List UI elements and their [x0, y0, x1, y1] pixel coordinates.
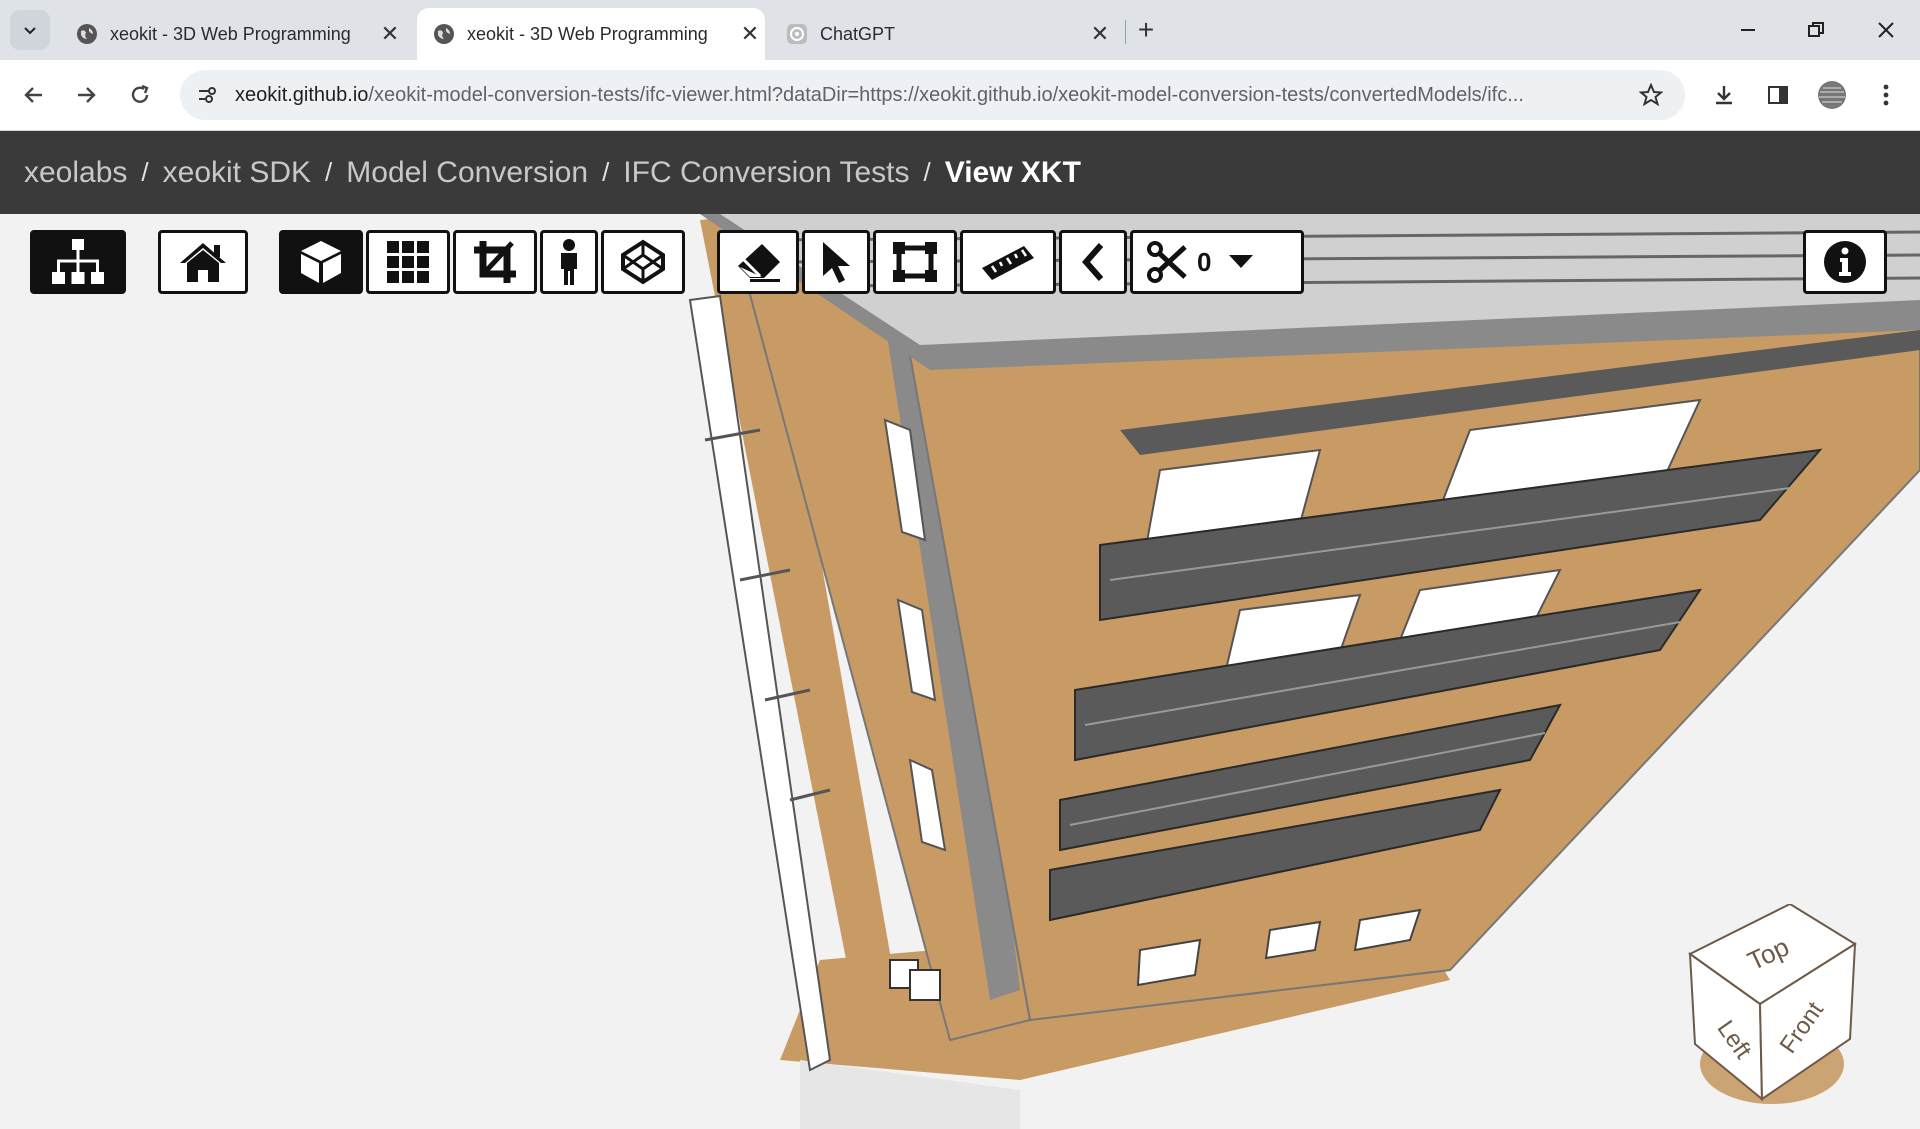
side-panel-icon: [1768, 86, 1788, 104]
chatgpt-icon: [786, 23, 808, 45]
cursor-icon: [823, 242, 850, 283]
back-button[interactable]: [1059, 230, 1127, 294]
tab-title: xeokit - 3D Web Programming: [467, 23, 708, 44]
breadcrumb-separator: /: [141, 157, 149, 187]
breadcrumb: xeolabs / xeokit SDK / Model Conversion …: [24, 131, 1081, 214]
fit-view-button[interactable]: [366, 230, 450, 294]
reload-icon: [131, 84, 149, 103]
url-host: xeokit.github.io: [235, 84, 369, 106]
browser-tab[interactable]: xeokit - 3D Web Programming ✕: [60, 8, 405, 60]
info-button[interactable]: [1803, 230, 1887, 294]
codepen-cube-icon: [621, 239, 665, 285]
side-panel-button[interactable]: [1756, 73, 1800, 117]
reload-button[interactable]: [118, 73, 162, 117]
back-nav-button[interactable]: [12, 73, 56, 117]
profile-button[interactable]: [1810, 73, 1854, 117]
person-icon: [561, 239, 577, 285]
section-crop-button[interactable]: [453, 230, 537, 294]
crop-icon: [474, 241, 516, 283]
eraser-icon: [738, 244, 780, 282]
breadcrumb-item-xeokit-sdk[interactable]: xeokit SDK: [163, 156, 311, 190]
downloads-button[interactable]: [1702, 73, 1746, 117]
breadcrumb-separator: /: [602, 157, 610, 187]
tree-view-button[interactable]: [30, 230, 126, 294]
cube-icon: [301, 241, 341, 283]
more-vertical-icon: [1883, 84, 1889, 106]
url-text[interactable]: xeokit.github.io/xeokit-model-conversion…: [235, 80, 1625, 110]
navcube[interactable]: Top Left Front: [1680, 904, 1860, 1104]
minimize-button[interactable]: [1714, 0, 1782, 60]
marquee-icon: [893, 242, 937, 282]
close-icon[interactable]: ✕: [1085, 21, 1115, 47]
measure-button[interactable]: [960, 230, 1056, 294]
breadcrumb-item-xeolabs[interactable]: xeolabs: [24, 156, 127, 190]
breadcrumb-item-ifc-conversion-tests[interactable]: IFC Conversion Tests: [623, 156, 909, 190]
scissors-icon: [1147, 241, 1187, 283]
forward-nav-button[interactable]: [64, 73, 108, 117]
home-icon: [180, 243, 226, 282]
chevron-down-icon: [24, 27, 36, 35]
first-person-button[interactable]: [540, 230, 598, 294]
xray-button[interactable]: [601, 230, 685, 294]
new-tab-button[interactable]: +: [1126, 12, 1166, 48]
breadcrumb-separator: /: [325, 157, 333, 187]
breadcrumb-separator: /: [923, 157, 931, 187]
hide-button[interactable]: [717, 230, 799, 294]
info-icon: [1824, 241, 1866, 283]
section-plane-count: 0: [1197, 246, 1212, 277]
avatar: [1818, 81, 1846, 109]
arrow-left-icon: [24, 87, 42, 103]
browser-tab-active[interactable]: xeokit - 3D Web Programming ✕: [417, 8, 765, 60]
building-model[interactable]: [0, 214, 1920, 1129]
perspective-button[interactable]: [279, 230, 363, 294]
download-icon: [1716, 86, 1732, 105]
section-planes-button[interactable]: 0: [1130, 230, 1304, 294]
close-window-button[interactable]: [1852, 0, 1920, 60]
globe-icon: [433, 23, 455, 45]
close-icon[interactable]: ✕: [735, 21, 765, 47]
select-button[interactable]: [802, 230, 870, 294]
chevron-left-icon: [1081, 243, 1104, 281]
marquee-button[interactable]: [873, 230, 957, 294]
browser-tab[interactable]: ChatGPT ✕: [770, 8, 1115, 60]
breadcrumb-item-model-conversion[interactable]: Model Conversion: [346, 156, 588, 190]
sitemap-icon: [52, 239, 104, 284]
viewer-canvas[interactable]: Top Left Front: [0, 214, 1920, 1129]
breadcrumb-current: View XKT: [944, 155, 1081, 189]
arrow-right-icon: [78, 87, 96, 103]
globe-icon: [76, 23, 98, 45]
home-button[interactable]: [158, 230, 248, 294]
restore-icon: [1808, 22, 1824, 37]
close-icon[interactable]: ✕: [375, 21, 405, 47]
close-icon: [1878, 22, 1894, 38]
site-settings-icon[interactable]: [192, 80, 222, 110]
tab-title: ChatGPT: [820, 23, 896, 44]
bookmark-star-icon[interactable]: [1636, 80, 1666, 110]
tab-title: xeokit - 3D Web Programming: [110, 23, 351, 44]
browser-menu-button[interactable]: [1864, 73, 1908, 117]
caret-down-icon[interactable]: [1229, 255, 1254, 269]
minimize-icon: [1741, 29, 1755, 31]
tab-search-button[interactable]: [10, 10, 50, 50]
grid-icon: [387, 241, 429, 283]
ruler-icon: [982, 246, 1034, 280]
url-path: /xeokit-model-conversion-tests/ifc-viewe…: [368, 84, 1524, 106]
restore-button[interactable]: [1782, 0, 1850, 60]
